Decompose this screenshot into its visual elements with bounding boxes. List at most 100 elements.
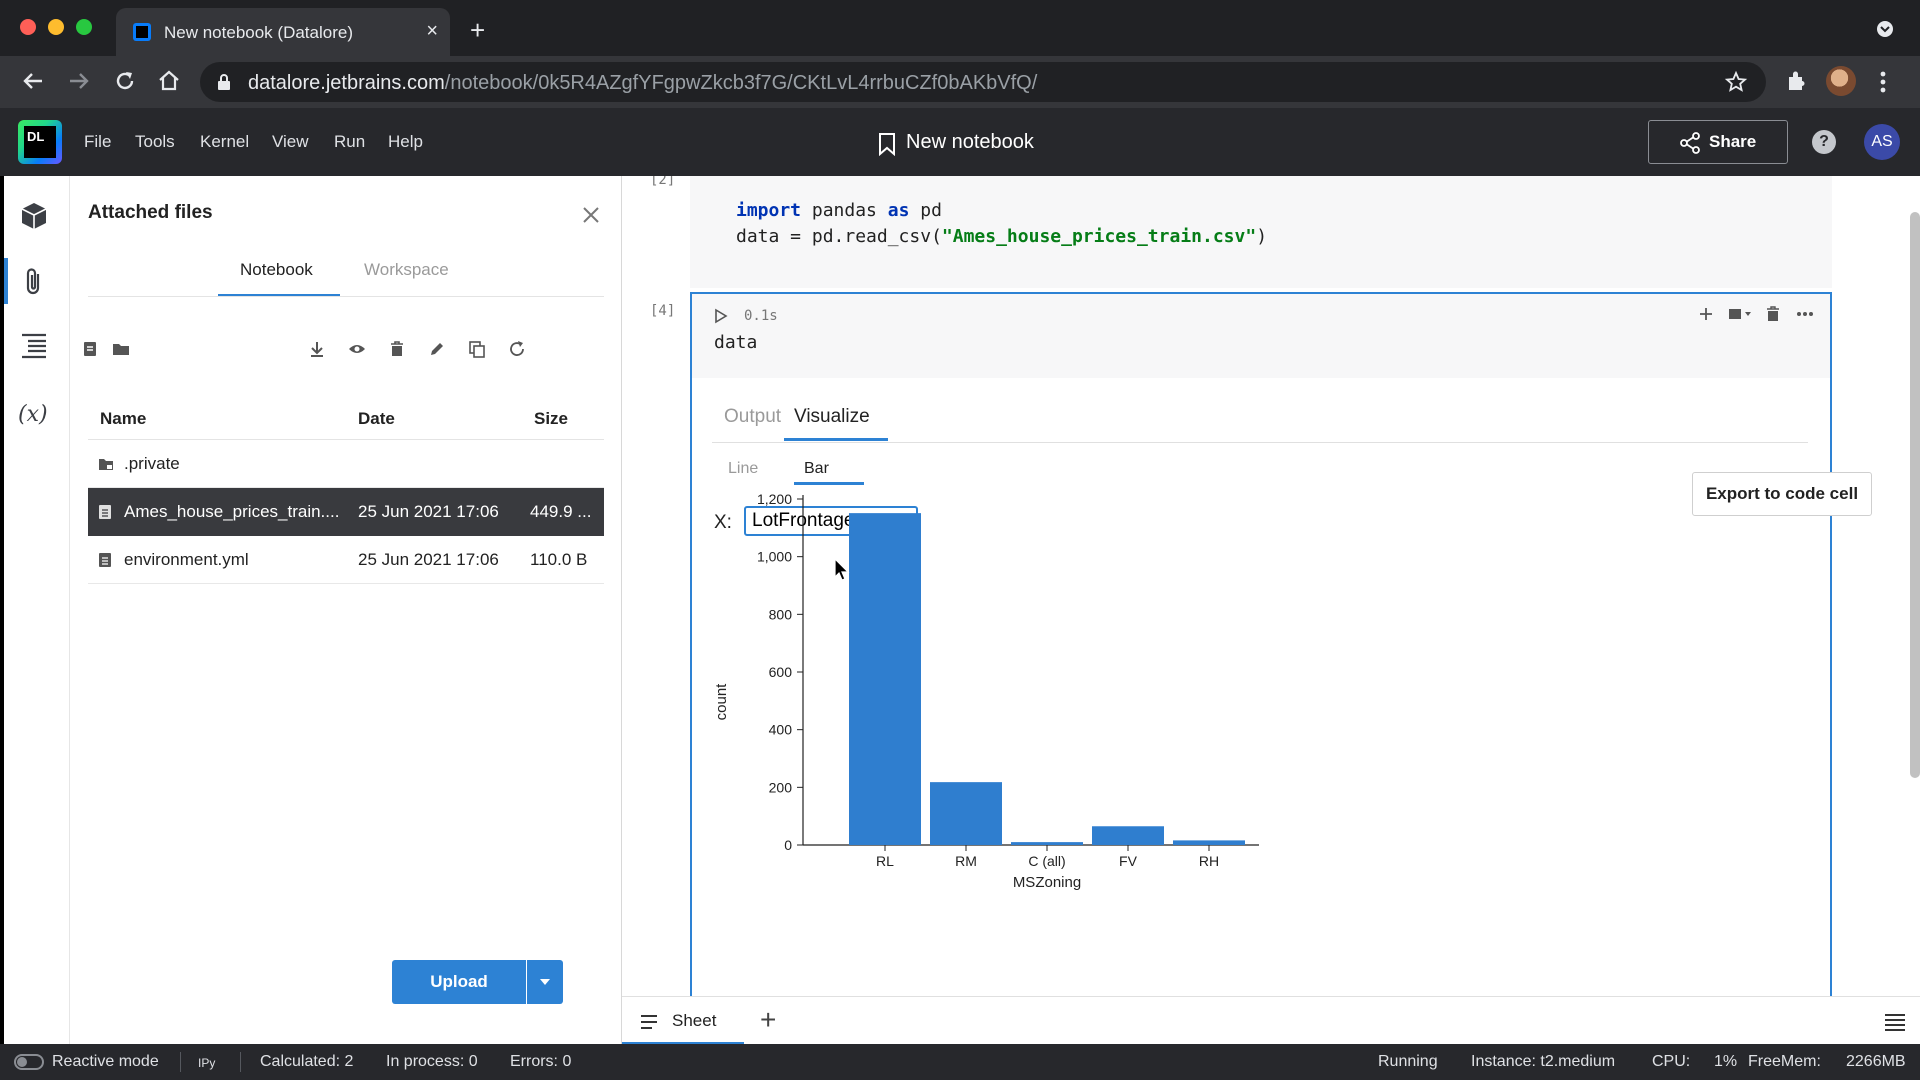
browser-tab-bar: New notebook (Datalore) × + <box>0 0 1920 56</box>
file-row-ames-csv[interactable]: Ames_house_prices_train.... 25 Jun 2021 … <box>88 488 604 536</box>
separator <box>180 1052 181 1072</box>
kernel-label[interactable]: IPy <box>198 1056 215 1070</box>
panel-title: Attached files <box>88 202 213 223</box>
menu-kernel[interactable]: Kernel <box>200 132 249 152</box>
upload-button[interactable]: Upload <box>392 960 526 1004</box>
home-icon[interactable] <box>156 68 182 94</box>
new-folder-icon[interactable] <box>112 340 130 358</box>
refresh-icon[interactable] <box>508 340 526 358</box>
menu-view[interactable]: View <box>272 132 309 152</box>
tab-search-icon[interactable] <box>1876 20 1894 38</box>
bar-chart[interactable]: 0 200 400 600 800 1,000 1,200 RL RM C (all) FV RH MS… <box>692 294 1830 996</box>
bar-rh <box>1173 840 1245 845</box>
window-close-button[interactable] <box>20 19 36 35</box>
scrollbar-thumb[interactable] <box>1910 212 1920 778</box>
attached-files-panel: Attached files Notebook Workspace Name D… <box>70 176 622 1044</box>
file-row-private[interactable]: .private <box>88 440 604 488</box>
cell-exec-count: [2] <box>650 176 676 188</box>
code-line-1[interactable]: import pandas as pd <box>736 200 942 221</box>
user-avatar[interactable]: AS <box>1864 124 1900 160</box>
file-name: environment.yml <box>124 550 249 569</box>
upload-options-button[interactable] <box>527 960 563 1004</box>
file-icon <box>98 504 112 520</box>
new-tab-icon[interactable]: + <box>470 17 485 43</box>
environment-cube-icon[interactable] <box>18 200 50 232</box>
bar-rl <box>849 513 921 845</box>
reload-icon[interactable] <box>112 68 138 94</box>
keyword: import <box>736 200 802 221</box>
column-name[interactable]: Name <box>100 409 146 429</box>
y-tick-label: 400 <box>769 722 793 738</box>
datalore-logo[interactable]: DL <box>18 120 62 164</box>
window-maximize-button[interactable] <box>76 19 92 35</box>
share-button[interactable]: Share <box>1648 120 1788 164</box>
preview-eye-icon[interactable] <box>348 340 366 358</box>
errors-count: Errors: 0 <box>510 1053 572 1070</box>
bar-c-all <box>1011 842 1083 845</box>
toggle-knob <box>17 1057 27 1067</box>
notebook-title-text: New notebook <box>906 131 1034 153</box>
url-text: datalore.jetbrains.com/notebook/0k5R4AZg… <box>248 72 1037 95</box>
tab-workspace[interactable]: Workspace <box>364 260 449 280</box>
download-icon[interactable] <box>308 340 326 358</box>
menu-tools[interactable]: Tools <box>135 132 175 152</box>
menu-file[interactable]: File <box>84 132 111 152</box>
code-line-2[interactable]: data = pd.read_csv("Ames_house_prices_tr… <box>736 226 1267 247</box>
cell-exec-count: [4] <box>650 303 676 319</box>
back-arrow-icon[interactable] <box>20 68 46 94</box>
x-tick-label: RL <box>876 853 894 869</box>
menu-run[interactable]: Run <box>334 132 365 152</box>
sheet-label: Sheet <box>672 1011 717 1030</box>
code-text: pd <box>909 200 942 221</box>
y-tick-label: 1,000 <box>757 549 792 565</box>
rename-pencil-icon[interactable] <box>428 340 446 358</box>
freemem-label: FreeMem: <box>1748 1053 1821 1070</box>
extensions-puzzle-icon[interactable] <box>1784 68 1810 94</box>
lock-icon[interactable] <box>216 73 232 91</box>
code-cell-2[interactable]: 0.1s data Output Visualize Line Bar Expo… <box>690 292 1872 996</box>
variables-icon[interactable]: (x) <box>18 402 48 427</box>
y-tick-label: 600 <box>769 664 793 680</box>
notebook-scrollbar[interactable] <box>1906 176 1920 996</box>
attachment-paperclip-icon[interactable] <box>20 266 48 298</box>
close-tab-icon[interactable]: × <box>426 21 438 41</box>
close-icon[interactable] <box>582 206 600 224</box>
bookmark-star-icon[interactable] <box>1724 70 1748 94</box>
forward-arrow-icon[interactable] <box>66 68 92 94</box>
column-size[interactable]: Size <box>534 409 568 429</box>
browser-profile-avatar[interactable] <box>1826 66 1856 96</box>
browser-menu-icon[interactable] <box>1880 70 1886 94</box>
instance-type[interactable]: Instance: t2.medium <box>1471 1053 1615 1071</box>
window-minimize-button[interactable] <box>48 19 64 35</box>
add-sheet-icon[interactable]: + <box>760 1006 776 1034</box>
new-file-icon[interactable] <box>82 340 98 358</box>
delete-trash-icon[interactable] <box>388 340 406 358</box>
menu-help[interactable]: Help <box>388 132 423 152</box>
reactive-mode-toggle[interactable] <box>14 1054 44 1070</box>
sheets-menu-icon[interactable] <box>1884 1013 1906 1031</box>
x-axis-title: MSZoning <box>1013 874 1081 891</box>
y-tick-label: 0 <box>784 837 792 853</box>
browser-tab-title: New notebook (Datalore) <box>164 23 353 42</box>
x-tick-label: C (all) <box>1028 853 1065 869</box>
bar-fv <box>1092 826 1164 845</box>
browser-tab[interactable]: New notebook (Datalore) × <box>116 8 450 56</box>
datalore-favicon-icon <box>132 22 152 42</box>
in-process-count: In process: 0 <box>386 1053 478 1070</box>
copy-icon[interactable] <box>468 340 486 358</box>
tab-notebook[interactable]: Notebook <box>240 260 313 280</box>
outline-list-icon[interactable] <box>18 330 50 362</box>
share-label: Share <box>1709 132 1757 151</box>
sheet-tab[interactable]: Sheet <box>622 997 744 1045</box>
file-row-environment[interactable]: environment.yml 25 Jun 2021 17:06 110.0 … <box>88 536 604 584</box>
help-icon[interactable]: ? <box>1812 130 1836 154</box>
url-path: /notebook/0k5R4AZgfYFgpwZkcb3f7G/CKtLvL4… <box>444 72 1038 94</box>
keyword: as <box>887 200 910 221</box>
code-cell-1[interactable]: import pandas as pd data = pd.read_csv("… <box>690 176 1832 288</box>
file-size: 449.9 ... <box>530 502 592 521</box>
column-date[interactable]: Date <box>358 409 395 429</box>
address-bar[interactable]: datalore.jetbrains.com/notebook/0k5R4AZg… <box>200 62 1766 102</box>
string-literal: "Ames_house_prices_train.csv" <box>941 226 1257 247</box>
notebook-area: [2] import pandas as pd data = pd.read_c… <box>622 176 1920 996</box>
status-bar: Reactive mode IPy Calculated: 2 In proce… <box>0 1044 1920 1080</box>
